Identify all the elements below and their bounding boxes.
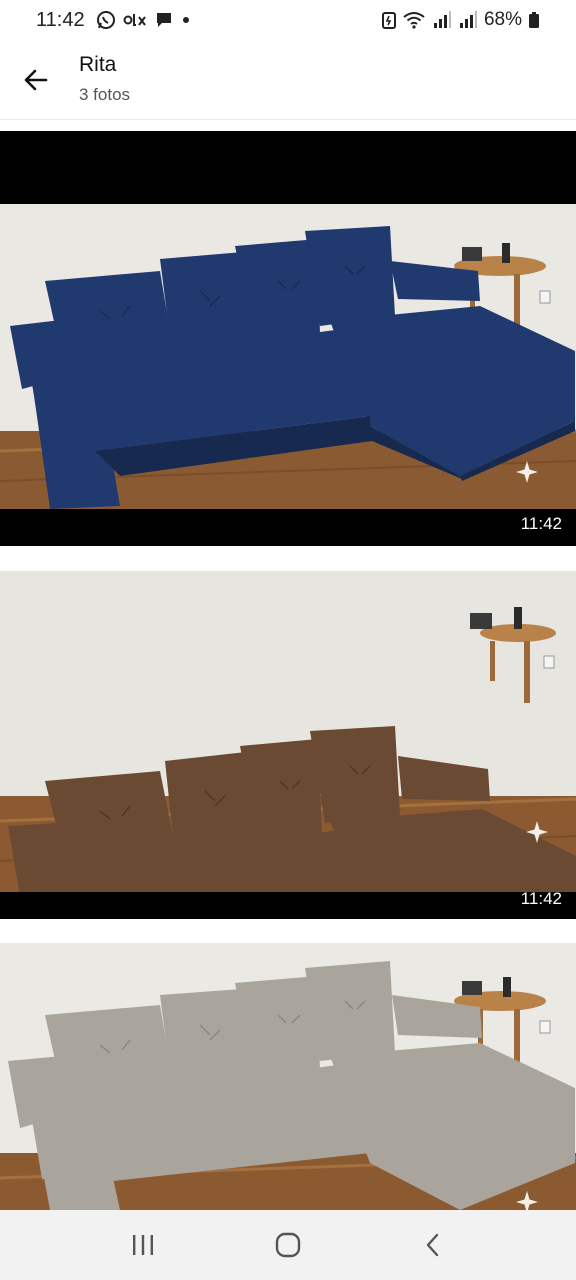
battery-icon (528, 11, 540, 29)
status-right: 68% (381, 9, 540, 31)
photo-count: 3 fotos (79, 85, 131, 104)
photo-timestamp: 11:42 (520, 514, 562, 533)
battery-percent: 68% (483, 9, 522, 30)
system-nav-bar (0, 1210, 576, 1280)
chat-title: Rita (79, 53, 117, 76)
status-time: 11:42 (36, 8, 85, 31)
sparkle-icon (516, 461, 538, 483)
photo-item-grey-sofa[interactable] (0, 943, 576, 1210)
app-bar: Rita 3 fotos (0, 40, 576, 120)
home-button[interactable] (258, 1220, 318, 1270)
wifi-icon (402, 11, 426, 29)
title-block: Rita 3 fotos (79, 52, 130, 106)
recent-apps-button[interactable] (113, 1220, 173, 1270)
photo-feed: 11:42 11:42 (0, 131, 576, 1210)
sparkle-icon (526, 821, 548, 843)
sparkle-icon (516, 1191, 538, 1210)
back-button[interactable] (14, 58, 58, 102)
chat-icon (154, 10, 174, 30)
whatsapp-icon (96, 10, 116, 30)
recent-apps-icon (130, 1233, 156, 1257)
signal-icon (458, 11, 478, 29)
photo-item-blue-sofa[interactable]: 11:42 (0, 131, 576, 546)
nav-back-button[interactable] (403, 1220, 463, 1270)
back-icon (423, 1232, 443, 1258)
home-icon (275, 1232, 301, 1258)
dot-icon (181, 15, 191, 25)
arrow-left-icon (22, 66, 50, 94)
signal-icon (432, 11, 452, 29)
photo-item-brown-sofa[interactable]: 11:42 (0, 571, 576, 919)
status-left: 11:42 (36, 9, 191, 32)
olx-icon (123, 12, 147, 28)
status-bar: 11:42 68% (0, 0, 576, 40)
photo-timestamp: 11:42 (520, 889, 562, 908)
battery-saver-icon (381, 11, 396, 29)
